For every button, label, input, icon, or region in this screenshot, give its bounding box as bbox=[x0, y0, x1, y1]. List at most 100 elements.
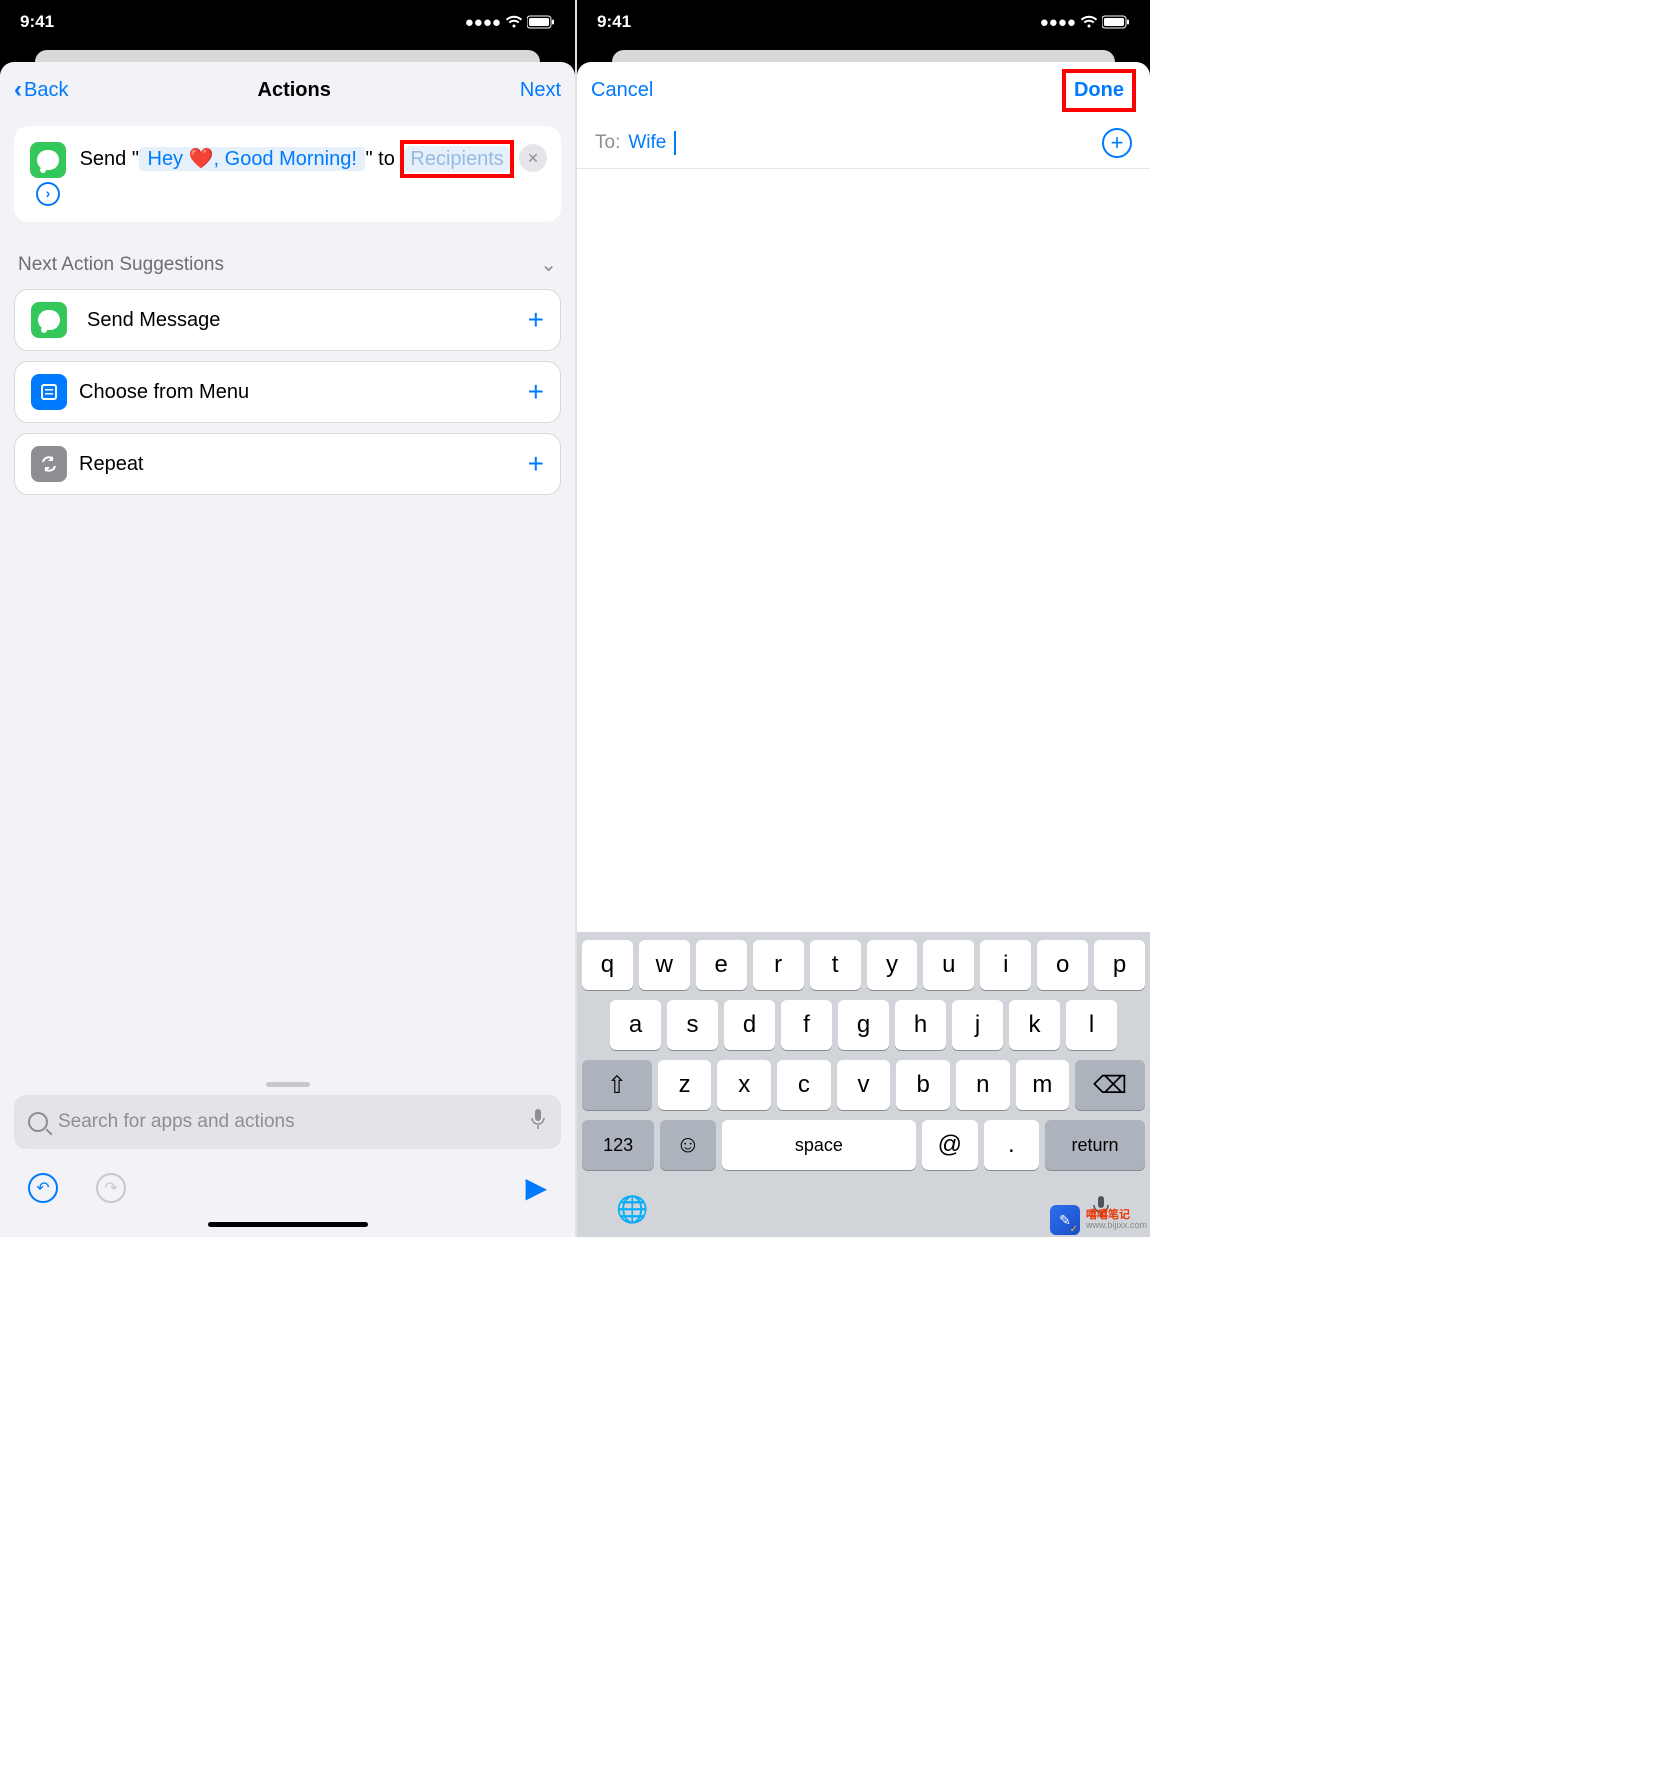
page-title: Actions bbox=[258, 79, 331, 102]
send-midfix: " to bbox=[365, 148, 400, 170]
key-z[interactable]: z bbox=[658, 1060, 712, 1110]
next-button[interactable]: Next bbox=[520, 79, 561, 102]
key-f[interactable]: f bbox=[781, 1000, 832, 1050]
key-u[interactable]: u bbox=[923, 940, 974, 990]
key-c[interactable]: c bbox=[777, 1060, 831, 1110]
bottom-panel: Search for apps and actions ↶ ↷ ▶ bbox=[0, 1076, 575, 1237]
to-field-row[interactable]: To: Wife + bbox=[577, 118, 1150, 169]
key-w[interactable]: w bbox=[639, 940, 690, 990]
key-a[interactable]: a bbox=[610, 1000, 661, 1050]
key-p[interactable]: p bbox=[1094, 940, 1145, 990]
backspace-key[interactable]: ⌫ bbox=[1075, 1060, 1145, 1110]
key-g[interactable]: g bbox=[838, 1000, 889, 1050]
recipients-token[interactable]: Recipients bbox=[404, 146, 509, 172]
suggestion-choose-from-menu[interactable]: Choose from Menu + bbox=[14, 361, 561, 423]
key-i[interactable]: i bbox=[980, 940, 1031, 990]
chevron-left-icon: ‹ bbox=[14, 76, 22, 104]
home-indicator[interactable] bbox=[208, 1222, 368, 1227]
drag-handle[interactable] bbox=[266, 1082, 310, 1087]
signal-icon: ●●●● bbox=[1040, 14, 1076, 31]
suggestion-label: Send Message bbox=[87, 309, 220, 332]
keyboard: q w e r t y u i o p a s d f g h j k l bbox=[577, 932, 1150, 1237]
suggestions-label: Next Action Suggestions bbox=[18, 254, 224, 276]
mic-icon[interactable] bbox=[529, 1107, 547, 1137]
redo-button: ↷ bbox=[96, 1173, 126, 1203]
key-b[interactable]: b bbox=[896, 1060, 950, 1110]
plus-icon[interactable]: + bbox=[528, 304, 544, 336]
status-bar: 9:41 ●●●● bbox=[0, 0, 575, 44]
keyboard-row-1: q w e r t y u i o p bbox=[582, 940, 1145, 990]
back-button[interactable]: ‹ Back bbox=[14, 76, 68, 104]
plus-icon[interactable]: + bbox=[528, 376, 544, 408]
key-n[interactable]: n bbox=[956, 1060, 1010, 1110]
suggestion-send-message[interactable]: Send Message + bbox=[14, 289, 561, 351]
key-l[interactable]: l bbox=[1066, 1000, 1117, 1050]
recipients-highlight-box: Recipients bbox=[400, 140, 513, 178]
suggestions-header[interactable]: Next Action Suggestions ⌄ bbox=[0, 230, 575, 289]
cancel-button[interactable]: Cancel bbox=[591, 79, 653, 102]
search-bar[interactable]: Search for apps and actions bbox=[14, 1095, 561, 1149]
status-bar: 9:41 ●●●● bbox=[577, 0, 1150, 44]
run-shortcut-button[interactable]: ▶ bbox=[525, 1171, 547, 1204]
dot-key[interactable]: . bbox=[984, 1120, 1040, 1170]
key-j[interactable]: j bbox=[952, 1000, 1003, 1050]
messages-app-icon bbox=[31, 302, 67, 338]
undo-button[interactable]: ↶ bbox=[28, 1173, 58, 1203]
key-y[interactable]: y bbox=[867, 940, 918, 990]
watermark-icon: ✎ bbox=[1050, 1205, 1080, 1235]
emoji-key[interactable]: ☺ bbox=[660, 1120, 716, 1170]
to-value[interactable]: Wife bbox=[628, 132, 666, 154]
key-r[interactable]: r bbox=[753, 940, 804, 990]
signal-icon: ●●●● bbox=[465, 14, 501, 31]
send-prefix: Send " bbox=[80, 148, 139, 170]
suggestion-repeat[interactable]: Repeat + bbox=[14, 433, 561, 495]
keyboard-row-3: ⇧ z x c v b n m ⌫ bbox=[582, 1060, 1145, 1110]
status-icons: ●●●● bbox=[465, 14, 555, 31]
status-time: 9:41 bbox=[597, 12, 631, 32]
suggestion-label: Choose from Menu bbox=[79, 381, 249, 404]
actions-sheet: ‹ Back Actions Next Send " Hey ❤️, Good … bbox=[0, 62, 575, 1237]
key-s[interactable]: s bbox=[667, 1000, 718, 1050]
nav-bar: ‹ Back Actions Next bbox=[0, 62, 575, 118]
status-time: 9:41 bbox=[20, 12, 54, 32]
globe-icon[interactable]: 🌐 bbox=[616, 1194, 648, 1227]
plus-icon[interactable]: + bbox=[528, 448, 544, 480]
search-placeholder: Search for apps and actions bbox=[58, 1111, 295, 1133]
message-body-token[interactable]: Hey ❤️, Good Morning! bbox=[139, 147, 366, 171]
add-contact-button[interactable]: + bbox=[1102, 128, 1132, 158]
numbers-key[interactable]: 123 bbox=[582, 1120, 654, 1170]
done-button[interactable]: Done bbox=[1074, 79, 1124, 102]
key-k[interactable]: k bbox=[1009, 1000, 1060, 1050]
back-label: Back bbox=[24, 79, 68, 102]
text-cursor bbox=[674, 131, 676, 155]
key-h[interactable]: h bbox=[895, 1000, 946, 1050]
key-o[interactable]: o bbox=[1037, 940, 1088, 990]
key-v[interactable]: v bbox=[837, 1060, 891, 1110]
battery-icon bbox=[527, 15, 555, 29]
clear-action-button[interactable]: ✕ bbox=[519, 144, 547, 172]
keyboard-row-2: a s d f g h j k l bbox=[582, 1000, 1145, 1050]
return-key[interactable]: return bbox=[1045, 1120, 1145, 1170]
at-key[interactable]: @ bbox=[922, 1120, 978, 1170]
chevron-down-icon: ⌄ bbox=[540, 252, 557, 277]
to-label: To: bbox=[595, 132, 620, 154]
repeat-icon bbox=[31, 446, 67, 482]
key-d[interactable]: d bbox=[724, 1000, 775, 1050]
bottom-controls: ↶ ↷ ▶ bbox=[0, 1157, 575, 1218]
watermark-text: 嘻嘻笔记 www.bijixx.com bbox=[1086, 1209, 1147, 1231]
key-q[interactable]: q bbox=[582, 940, 633, 990]
messages-app-icon bbox=[30, 142, 66, 178]
key-x[interactable]: x bbox=[717, 1060, 771, 1110]
battery-icon bbox=[1102, 15, 1130, 29]
key-e[interactable]: e bbox=[696, 940, 747, 990]
space-key[interactable]: space bbox=[722, 1120, 916, 1170]
menu-icon bbox=[31, 374, 67, 410]
status-icons: ●●●● bbox=[1040, 14, 1130, 31]
key-m[interactable]: m bbox=[1016, 1060, 1070, 1110]
watermark: ✎ 嘻嘻笔记 www.bijixx.com bbox=[1050, 1205, 1147, 1235]
shift-key[interactable]: ⇧ bbox=[582, 1060, 652, 1110]
key-t[interactable]: t bbox=[810, 940, 861, 990]
nav-bar: Cancel Done bbox=[577, 62, 1150, 118]
expand-action-icon[interactable]: › bbox=[36, 182, 60, 206]
send-message-action-card[interactable]: Send " Hey ❤️, Good Morning! " to Recipi… bbox=[14, 126, 561, 222]
